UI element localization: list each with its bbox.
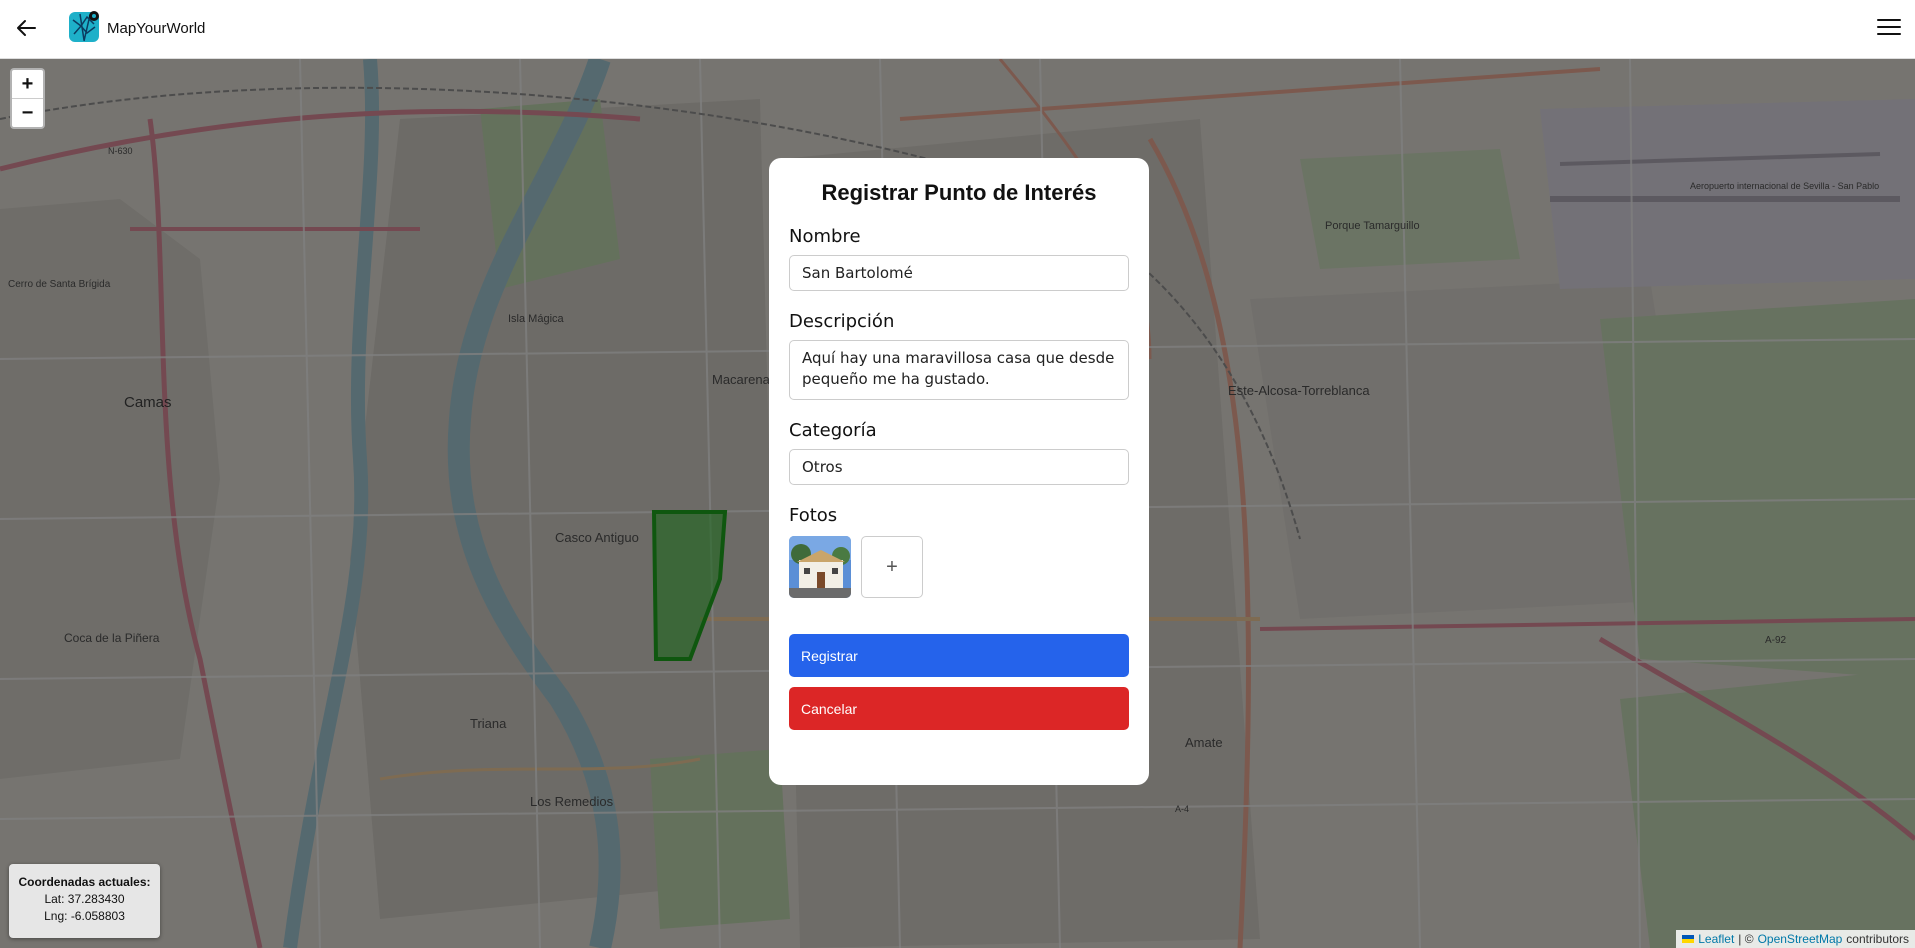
description-textarea[interactable]: Aquí hay una maravillosa casa que desde … — [789, 340, 1129, 400]
register-button[interactable]: Registrar — [789, 634, 1129, 677]
photo-thumbnail[interactable] — [789, 536, 851, 598]
name-label: Nombre — [789, 226, 861, 247]
zoom-control: + − — [10, 68, 45, 129]
description-label: Descripción — [789, 311, 895, 332]
openstreetmap-link[interactable]: OpenStreetMap — [1758, 932, 1843, 946]
hamburger-menu-icon[interactable] — [1877, 14, 1901, 40]
app-logo — [68, 10, 100, 44]
register-poi-modal: Registrar Punto de Interés Nombre San Ba… — [769, 158, 1149, 785]
cancel-button[interactable]: Cancelar — [789, 687, 1129, 730]
coordinates-panel: Coordenadas actuales: Lat: 37.283430 Lng… — [9, 864, 160, 938]
photos-row: + — [789, 536, 1129, 598]
longitude-value: Lng: -6.058803 — [44, 909, 125, 923]
modal-title: Registrar Punto de Interés — [821, 180, 1097, 205]
name-input[interactable]: San Bartolomé — [789, 255, 1129, 291]
ukraine-flag-icon — [1682, 935, 1695, 943]
top-bar: MapYourWorld — [0, 0, 1915, 59]
latitude-value: Lat: 37.283430 — [44, 892, 125, 906]
map-attribution: Leaflet | © OpenStreetMap contributors — [1676, 930, 1915, 948]
leaflet-link[interactable]: Leaflet — [1698, 932, 1734, 946]
photos-label: Fotos — [789, 505, 838, 526]
zoom-out-button[interactable]: − — [12, 98, 43, 127]
back-arrow-icon[interactable] — [12, 14, 40, 42]
add-photo-button[interactable]: + — [861, 536, 923, 598]
app-name: MapYourWorld — [107, 20, 206, 37]
category-select[interactable]: Otros — [789, 449, 1129, 485]
attribution-separator: | © — [1738, 932, 1754, 946]
category-label: Categoría — [789, 420, 877, 441]
coordinates-title: Coordenadas actuales: — [18, 875, 151, 889]
attribution-contributors: contributors — [1846, 932, 1909, 946]
zoom-in-button[interactable]: + — [12, 70, 43, 98]
